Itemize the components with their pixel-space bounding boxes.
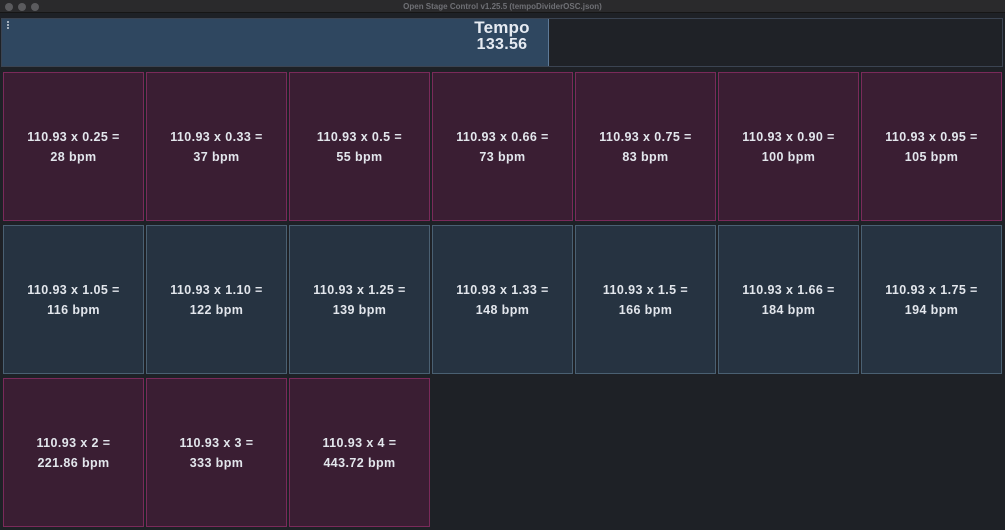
button-result: 100 bpm [761,149,816,164]
button-result: 55 bpm [336,149,383,164]
tempo-multiplier-button[interactable]: 110.93 x 0.25 = 28 bpm [3,72,144,221]
tempo-value: 133.56 [476,36,528,53]
tempo-multiplier-button[interactable]: 110.93 x 0.66 = 73 bpm [432,72,573,221]
tempo-multiplier-button[interactable]: 110.93 x 0.33 = 37 bpm [146,72,287,221]
button-result: 83 bpm [622,149,669,164]
button-formula: 110.93 x 1.5 = [602,282,689,297]
window-titlebar: Open Stage Control v1.25.5 (tempoDivider… [0,0,1005,13]
button-formula: 110.93 x 0.33 = [170,129,263,144]
tempo-multiplier-button[interactable]: 110.93 x 1.10 = 122 bpm [146,225,287,374]
button-result: 221.86 bpm [37,455,110,470]
button-formula: 110.93 x 0.75 = [599,129,692,144]
button-result: 28 bpm [50,149,97,164]
button-formula: 110.93 x 0.66 = [456,129,549,144]
tempo-multiplier-button[interactable]: 110.93 x 1.05 = 116 bpm [3,225,144,374]
tempo-multiplier-button[interactable]: 110.93 x 4 = 443.72 bpm [289,378,430,527]
tempo-multiplier-button[interactable]: 110.93 x 1.5 = 166 bpm [575,225,716,374]
button-formula: 110.93 x 0.95 = [885,129,978,144]
button-result: 122 bpm [189,302,244,317]
button-formula: 110.93 x 4 = [322,435,397,450]
window-title: Open Stage Control v1.25.5 (tempoDivider… [403,2,602,11]
tempo-multiplier-button[interactable]: 110.93 x 3 = 333 bpm [146,378,287,527]
button-formula: 110.93 x 3 = [179,435,254,450]
button-result: 116 bpm [47,302,100,317]
tempo-multiplier-button[interactable]: 110.93 x 1.75 = 194 bpm [861,225,1002,374]
tempo-multiplier-button[interactable]: 110.93 x 1.33 = 148 bpm [432,225,573,374]
button-result: 443.72 bpm [323,455,396,470]
button-formula: 110.93 x 0.25 = [27,129,120,144]
tempo-multiplier-button[interactable]: 110.93 x 1.66 = 184 bpm [718,225,859,374]
button-result: 333 bpm [189,455,244,470]
tempo-multiplier-button[interactable]: 110.93 x 2 = 221.86 bpm [3,378,144,527]
button-formula: 110.93 x 1.05 = [27,282,120,297]
button-result: 105 bpm [904,149,959,164]
tempo-multiplier-button[interactable]: 110.93 x 0.5 = 55 bpm [289,72,430,221]
button-formula: 110.93 x 0.90 = [742,129,835,144]
tempo-multiplier-button[interactable]: 110.93 x 1.25 = 139 bpm [289,225,430,374]
button-formula: 110.93 x 1.10 = [170,282,263,297]
tempo-multiplier-button[interactable]: 110.93 x 0.90 = 100 bpm [718,72,859,221]
button-formula: 110.93 x 1.33 = [456,282,549,297]
button-result: 148 bpm [475,302,530,317]
button-formula: 110.93 x 1.75 = [885,282,978,297]
button-formula: 110.93 x 1.25 = [313,282,406,297]
button-result: 166 bpm [618,302,673,317]
button-result: 73 bpm [479,149,526,164]
button-result: 37 bpm [193,149,240,164]
divider-button-grid: 110.93 x 0.25 = 28 bpm 110.93 x 0.33 = 3… [1,69,1003,529]
button-formula: 110.93 x 2 = [36,435,111,450]
tempo-label: Tempo [474,18,530,37]
button-result: 139 bpm [332,302,387,317]
vertical-ellipsis-menu-icon[interactable] [6,21,10,33]
button-result: 194 bpm [904,302,959,317]
tempo-multiplier-button[interactable]: 110.93 x 0.75 = 83 bpm [575,72,716,221]
button-formula: 110.93 x 0.5 = [316,129,403,144]
button-formula: 110.93 x 1.66 = [742,282,835,297]
button-result: 184 bpm [761,302,816,317]
tempo-multiplier-button[interactable]: 110.93 x 0.95 = 105 bpm [861,72,1002,221]
